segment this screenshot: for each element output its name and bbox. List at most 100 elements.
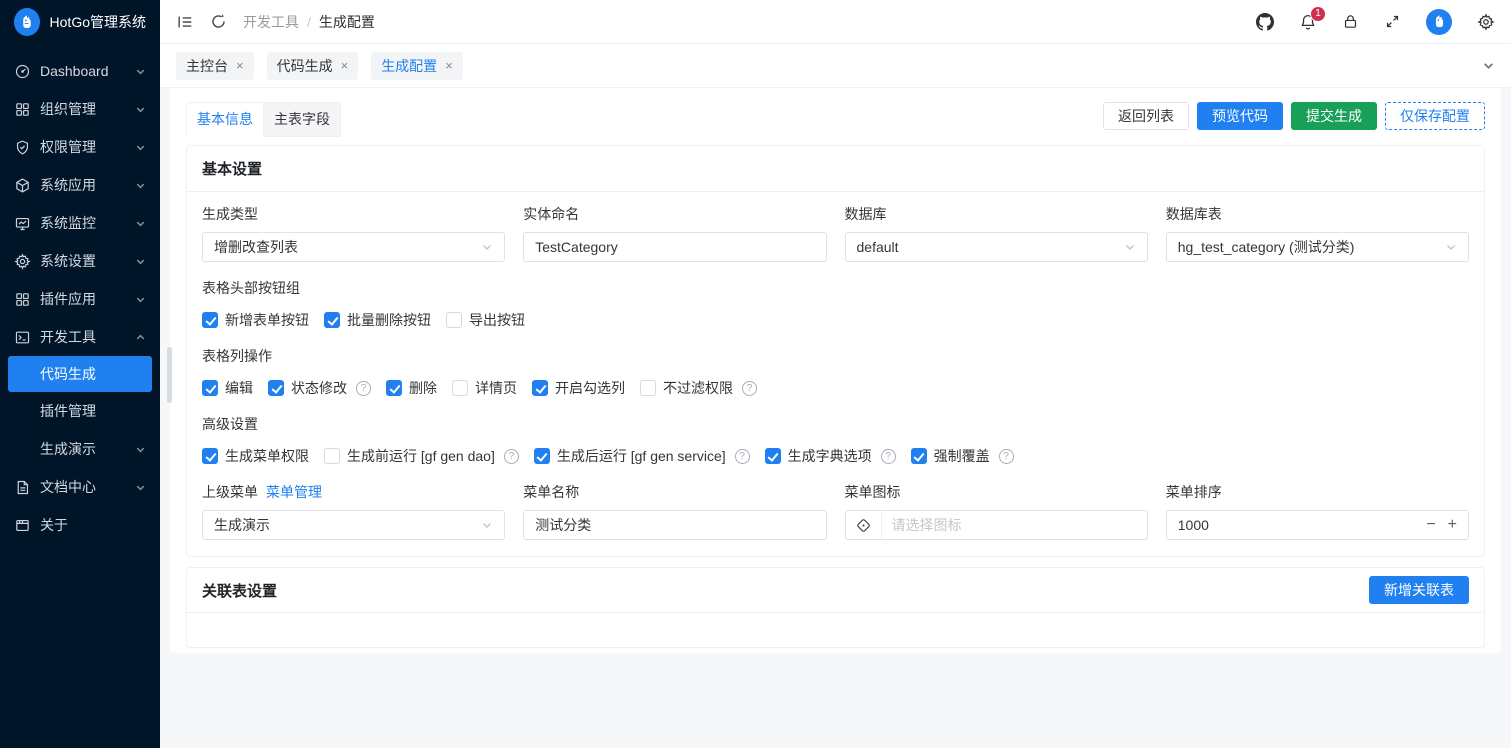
menu-collapse-icon[interactable] [176,13,194,31]
fullscreen-icon[interactable] [1384,13,1401,30]
app-title: HotGo管理系统 [50,12,146,32]
help-icon[interactable]: ? [504,449,519,464]
close-icon[interactable]: × [341,59,349,72]
checkbox-export-button[interactable]: 导出按钮 [446,310,525,330]
help-icon[interactable]: ? [999,449,1014,464]
main-area: 开发工具 / 生成配置 1 [160,0,1511,748]
sidebar-scrollbar-thumb[interactable] [167,347,172,403]
relation-table-body [187,613,1484,647]
monitor-chart-icon [14,215,31,232]
checkbox-force-overwrite[interactable]: 强制覆盖 ? [911,446,1014,466]
checkbox-gen-menu-permission[interactable]: 生成菜单权限 [202,446,309,466]
tab-dashboard-console[interactable]: 主控台 × [176,52,254,80]
checkbox-no-filter-permission[interactable]: 不过滤权限 ? [640,378,757,398]
checkbox-detail-page[interactable]: 详情页 [452,378,517,398]
breadcrumb: 开发工具 / 生成配置 [243,12,375,32]
help-icon[interactable]: ? [742,381,757,396]
sidebar-item-system-settings[interactable]: 系统设置 [0,242,160,280]
minus-button[interactable]: − [1426,517,1435,533]
chevron-down-icon [135,444,146,455]
sidebar-item-gen-demo[interactable]: 生成演示 [0,430,160,468]
help-icon[interactable]: ? [881,449,896,464]
breadcrumb-parent[interactable]: 开发工具 [243,12,299,32]
checkbox-run-before-gen[interactable]: 生成前运行 [gf gen dao] ? [324,446,519,466]
github-icon[interactable] [1256,13,1274,31]
sidebar-item-plugins[interactable]: 插件应用 [0,280,160,318]
sidebar-item-plugin-management[interactable]: 插件管理 [0,392,160,430]
menu-icon-placeholder: 请选择图标 [892,515,1136,535]
header-buttons-group: 新增表单按钮 批量删除按钮 导出按钮 [202,310,1469,330]
menu-name-input[interactable]: 测试分类 [523,510,826,540]
menu-name-label: 菜单名称 [523,482,826,502]
sidebar-item-system-monitor[interactable]: 系统监控 [0,204,160,242]
sidebar-item-dashboard[interactable]: Dashboard [0,52,160,90]
checkbox-delete[interactable]: 删除 [386,378,437,398]
close-icon[interactable]: × [236,59,244,72]
submit-generate-button[interactable]: 提交生成 [1291,102,1377,130]
parent-menu-field-group: 上级菜单 菜单管理 生成演示 [202,482,505,540]
table-select[interactable]: hg_test_category (测试分类) [1166,232,1469,262]
parent-menu-select[interactable]: 生成演示 [202,510,505,540]
entity-name-input[interactable]: TestCategory [523,232,826,262]
gen-type-select[interactable]: 增删改查列表 [202,232,505,262]
sidebar-item-about[interactable]: 关于 [0,506,160,544]
chevron-down-icon [135,256,146,267]
lock-icon[interactable] [1342,13,1359,30]
back-to-list-button[interactable]: 返回列表 [1103,102,1189,130]
relation-table-card: 关联表设置 新增关联表 [186,567,1485,648]
database-select[interactable]: default [845,232,1148,262]
chevron-down-icon [481,519,493,531]
menu-sort-input[interactable]: 1000 − + [1166,510,1469,540]
checkbox-box [324,312,340,328]
sidebar-item-system-app[interactable]: 系统应用 [0,166,160,204]
tab-basic-info[interactable]: 基本信息 [186,102,264,137]
plus-button[interactable]: + [1448,517,1457,533]
database-label: 数据库 [845,204,1148,224]
shield-check-icon [14,139,31,156]
save-config-only-button[interactable]: 仅保存配置 [1385,102,1485,130]
tab-gen-config[interactable]: 生成配置 × [371,52,463,80]
notification-bell-icon[interactable]: 1 [1299,13,1317,31]
menu-sort-label: 菜单排序 [1166,482,1469,502]
preview-code-button[interactable]: 预览代码 [1197,102,1283,130]
checkbox-batch-delete-button[interactable]: 批量删除按钮 [324,310,431,330]
tab-code-generation[interactable]: 代码生成 × [267,52,359,80]
checkbox-box [202,312,218,328]
checkbox-box [640,380,656,396]
add-relation-table-button[interactable]: 新增关联表 [1369,576,1469,604]
sidebar-item-org[interactable]: 组织管理 [0,90,160,128]
sidebar-item-dev-tools[interactable]: 开发工具 [0,318,160,356]
sidebar-item-doc-center[interactable]: 文档中心 [0,468,160,506]
sidebar-item-permission[interactable]: 权限管理 [0,128,160,166]
checkbox-enable-check-column[interactable]: 开启勾选列 [532,378,625,398]
org-grid-icon [14,101,31,118]
basic-settings-card: 基本设置 生成类型 增删改查列表 实体命名 [186,145,1485,557]
tab-main-table-fields[interactable]: 主表字段 [264,102,341,137]
settings-gear-icon[interactable] [1477,13,1495,31]
menu-icon-picker[interactable]: 请选择图标 [845,510,1148,540]
checkbox-add-form-button[interactable]: 新增表单按钮 [202,310,309,330]
help-icon[interactable]: ? [356,381,371,396]
sidebar-item-code-generation[interactable]: 代码生成 [8,356,152,392]
checkbox-box [532,380,548,396]
checkbox-gen-dict-options[interactable]: 生成字典选项 ? [765,446,896,466]
user-avatar[interactable] [1426,9,1452,35]
cube-icon [14,177,31,194]
chevron-down-icon [135,180,146,191]
menu-management-link[interactable]: 菜单管理 [266,482,322,502]
close-icon[interactable]: × [445,59,453,72]
checkbox-box [324,448,340,464]
checkbox-status-modify[interactable]: 状态修改 ? [268,378,371,398]
checkbox-box [452,380,468,396]
checkbox-edit[interactable]: 编辑 [202,378,253,398]
refresh-icon[interactable] [210,13,227,30]
checkbox-run-after-gen[interactable]: 生成后运行 [gf gen service] ? [534,446,750,466]
config-card: 基本信息 主表字段 返回列表 预览代码 提交生成 仅保存配置 基本设置 [170,88,1501,653]
help-icon[interactable]: ? [735,449,750,464]
sidebar-menu: Dashboard 组织管理 权限管理 系统应用 系统监控 系统设置 [0,52,160,748]
app-logo[interactable]: HotGo管理系统 [0,0,160,44]
checkbox-box [765,448,781,464]
tabstrip-dropdown-icon[interactable] [1482,59,1495,72]
config-tabs: 基本信息 主表字段 [186,102,341,137]
relation-table-title: 关联表设置 [202,580,277,601]
